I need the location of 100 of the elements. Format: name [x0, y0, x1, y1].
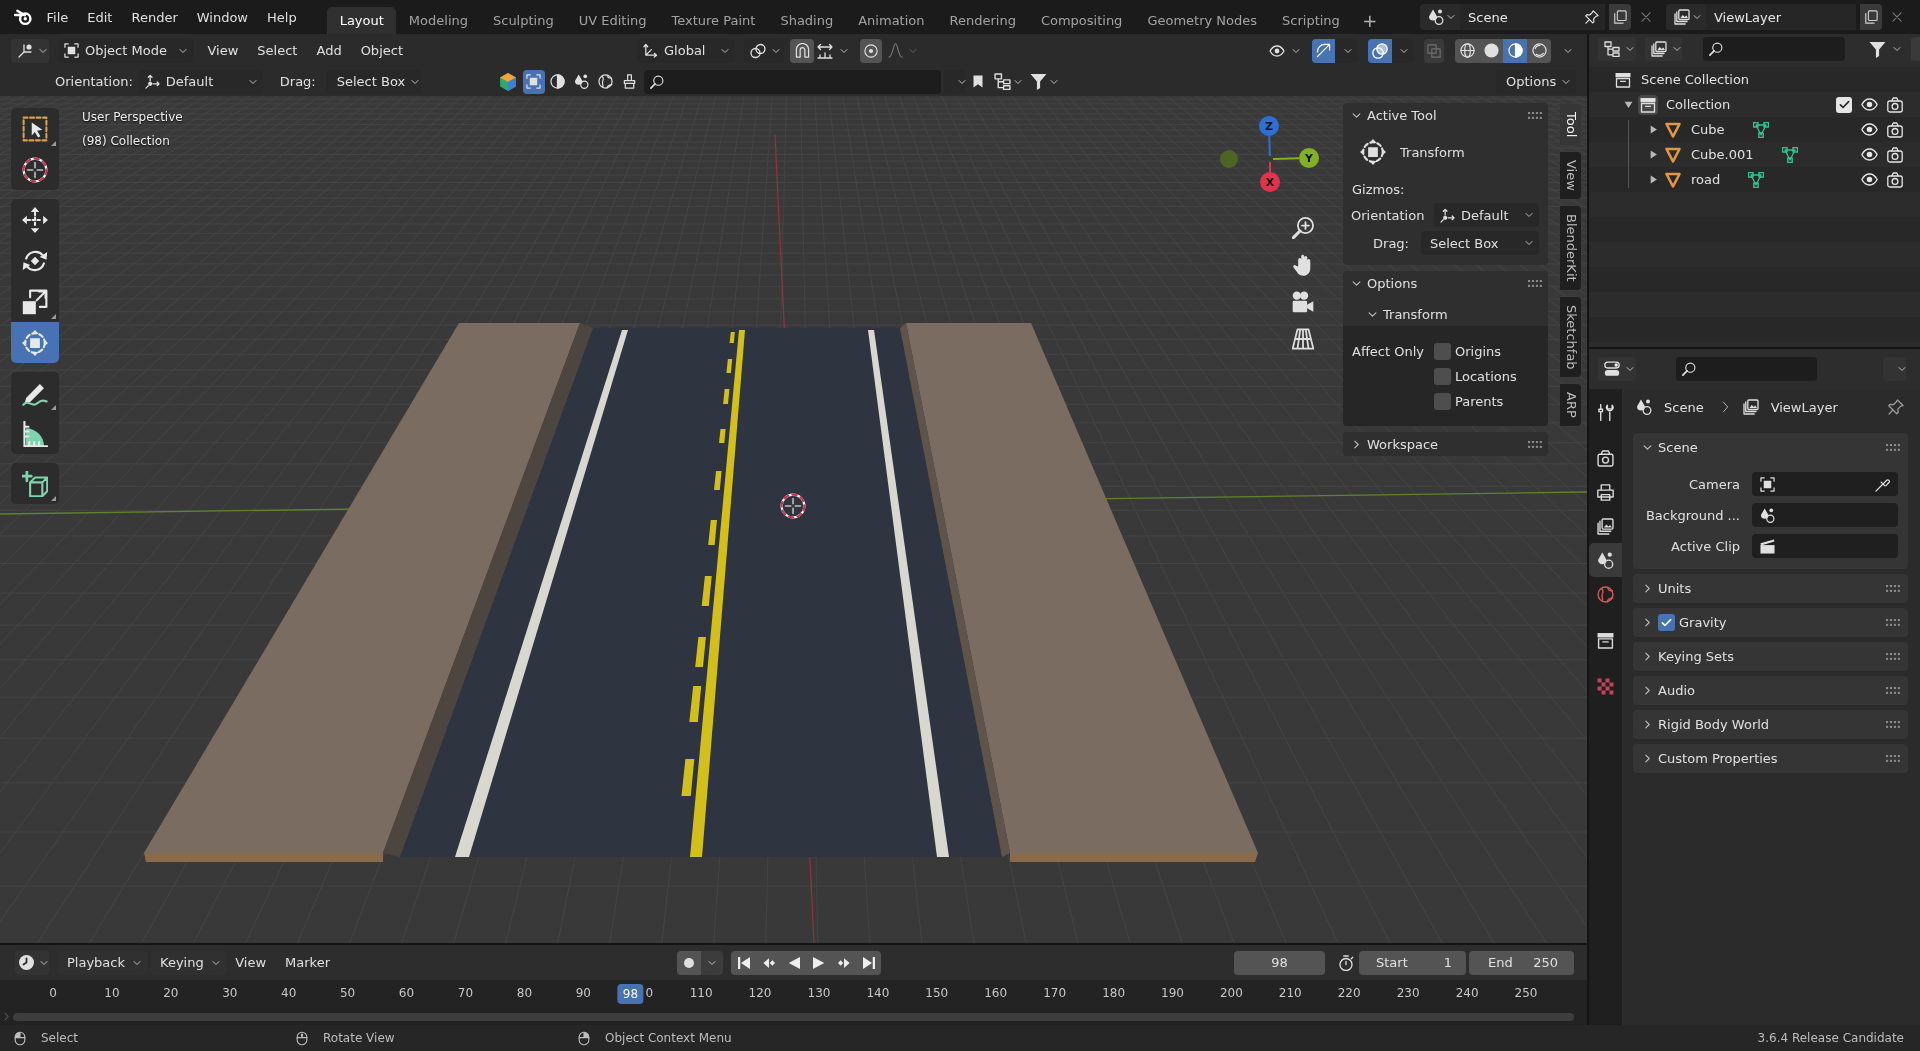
sidebar-tab[interactable]: Tool: [1560, 103, 1582, 147]
sidebar-tab[interactable]: ARP: [1560, 383, 1582, 428]
workspace-tab[interactable]: Geometry Nodes: [1134, 7, 1270, 34]
camera-icon[interactable]: [1887, 121, 1903, 138]
subpanel-header[interactable]: Transform: [1359, 302, 1548, 326]
drag-dropdown[interactable]: Select Box: [326, 69, 422, 94]
panel-header[interactable]: Units: [1633, 574, 1908, 603]
axis-handle[interactable]: [1220, 150, 1238, 168]
clip-field[interactable]: [1752, 534, 1898, 558]
eye-icon[interactable]: [1861, 146, 1878, 163]
sidebar-tab[interactable]: Sketchfab: [1560, 295, 1582, 379]
workspace-tab[interactable]: Rendering: [937, 7, 1029, 34]
view-layer-button[interactable]: [1645, 37, 1682, 61]
shading-button[interactable]: [1503, 38, 1527, 63]
editor-type-button[interactable]: [1598, 357, 1636, 381]
eye-icon[interactable]: [1861, 171, 1878, 188]
axis-handle[interactable]: X: [1260, 172, 1280, 192]
search-field[interactable]: [1676, 357, 1817, 381]
checkbox[interactable]: [1658, 614, 1675, 631]
snap-toggle[interactable]: [790, 38, 814, 63]
proportional-editing-toggle[interactable]: [860, 38, 882, 63]
tree-item-label[interactable]: Collection: [1666, 97, 1731, 112]
workspace-tab[interactable]: UV Editing: [566, 7, 659, 34]
add-workspace-button[interactable]: +: [1352, 7, 1388, 34]
shading-button[interactable]: [1527, 38, 1551, 63]
menu-item[interactable]: File: [37, 5, 78, 29]
panel-header[interactable]: Audio: [1633, 676, 1908, 705]
triangle-down-icon[interactable]: [1623, 100, 1633, 109]
breadcrumb-item[interactable]: ViewLayer: [1770, 399, 1838, 415]
workspace-tab[interactable]: Scripting: [1269, 7, 1353, 34]
eye-icon[interactable]: [1861, 121, 1878, 138]
grid-icon[interactable]: [1292, 328, 1314, 350]
tree-item-label[interactable]: Scene Collection: [1641, 72, 1750, 87]
close-button[interactable]: [1639, 12, 1652, 22]
tree-item-label[interactable]: Cube.001: [1691, 147, 1754, 162]
mode-dropdown[interactable]: Object Mode: [58, 38, 193, 63]
dropdown-button[interactable]: [1883, 357, 1906, 381]
axis-handle[interactable]: Z: [1259, 116, 1279, 136]
properties-tab[interactable]: [1589, 543, 1622, 577]
menu-item[interactable]: Add: [306, 38, 352, 63]
sidebar-tab[interactable]: BlenderKit: [1560, 205, 1582, 291]
current-frame-marker[interactable]: 98: [617, 984, 644, 1004]
sidebar-tab[interactable]: View: [1560, 151, 1582, 201]
axis-handle[interactable]: Y: [1299, 148, 1319, 168]
asset-type-button[interactable]: [522, 69, 545, 94]
checkbox[interactable]: [1434, 368, 1451, 385]
browse-button[interactable]: [1666, 4, 1706, 30]
hexagon-icon[interactable]: [498, 72, 517, 91]
camera-icon[interactable]: [1887, 96, 1903, 113]
editor-type-button[interactable]: [15, 950, 49, 975]
zoom-in-icon[interactable]: [1292, 217, 1314, 239]
eyedropper-icon[interactable]: [1875, 476, 1890, 492]
panel-header[interactable]: Rigid Body World: [1633, 710, 1908, 739]
options-dropdown[interactable]: Options: [1496, 69, 1576, 94]
field-value[interactable]: 1: [1443, 955, 1452, 970]
gizmo-toggle[interactable]: [1312, 38, 1335, 63]
tree-item-label[interactable]: road: [1691, 172, 1721, 187]
panel-header[interactable]: Scene: [1633, 433, 1908, 462]
video-camera-icon[interactable]: [1292, 291, 1314, 313]
camera-icon[interactable]: [1887, 146, 1903, 163]
panel-header[interactable]: Options: [1343, 271, 1548, 295]
scene-field[interactable]: [1752, 503, 1898, 527]
drag-dropdown[interactable]: Select Box: [1421, 231, 1539, 255]
browse-button[interactable]: [1420, 4, 1460, 30]
current-frame-field[interactable]: 98: [1234, 950, 1325, 975]
shading-button[interactable]: [1455, 38, 1479, 63]
menu-item[interactable]: Select: [247, 38, 307, 63]
workspace-tab[interactable]: Layout: [327, 7, 397, 34]
tree-item-label[interactable]: Cube: [1691, 122, 1725, 137]
copy-button[interactable]: [1860, 4, 1882, 30]
checkbox[interactable]: [1434, 393, 1451, 410]
menu-item[interactable]: View: [198, 38, 248, 63]
menu-item[interactable]: Object: [351, 38, 413, 63]
breadcrumb-item[interactable]: Scene: [1664, 399, 1704, 415]
triangle-right-icon[interactable]: [1648, 125, 1658, 134]
start-frame-field[interactable]: Start 1: [1359, 950, 1466, 975]
view-layer-field[interactable]: ViewLayer: [1706, 4, 1856, 30]
workspace-tab[interactable]: Animation: [845, 7, 937, 34]
checkbox[interactable]: [1836, 96, 1852, 113]
workspace-tab[interactable]: Compositing: [1028, 7, 1135, 34]
workspace-tab[interactable]: Modeling: [396, 7, 481, 34]
menu-item[interactable]: View: [225, 950, 276, 975]
search-field[interactable]: [1703, 37, 1845, 61]
orientation-dropdown[interactable]: Default: [1434, 203, 1539, 227]
panel-header[interactable]: Active Tool: [1343, 103, 1548, 127]
close-button[interactable]: [1890, 12, 1903, 22]
overlay-toggle[interactable]: [1368, 38, 1392, 63]
app-logo[interactable]: [14, 8, 32, 26]
workspace-tab[interactable]: Shading: [767, 7, 846, 34]
search-field[interactable]: [643, 69, 941, 94]
camera-icon[interactable]: [1887, 171, 1903, 188]
end-frame-field[interactable]: End 250: [1469, 950, 1574, 975]
panel-header[interactable]: Workspace: [1343, 432, 1548, 456]
scene-field[interactable]: Scene: [1460, 4, 1605, 30]
menu-item[interactable]: Render: [121, 5, 188, 29]
menu-item[interactable]: Window: [187, 5, 258, 29]
menu-item[interactable]: Marker: [275, 950, 340, 975]
editor-type-button[interactable]: [11, 38, 49, 63]
workspace-tab[interactable]: Sculpting: [480, 7, 567, 34]
orientation-dropdown[interactable]: Global: [637, 38, 735, 63]
